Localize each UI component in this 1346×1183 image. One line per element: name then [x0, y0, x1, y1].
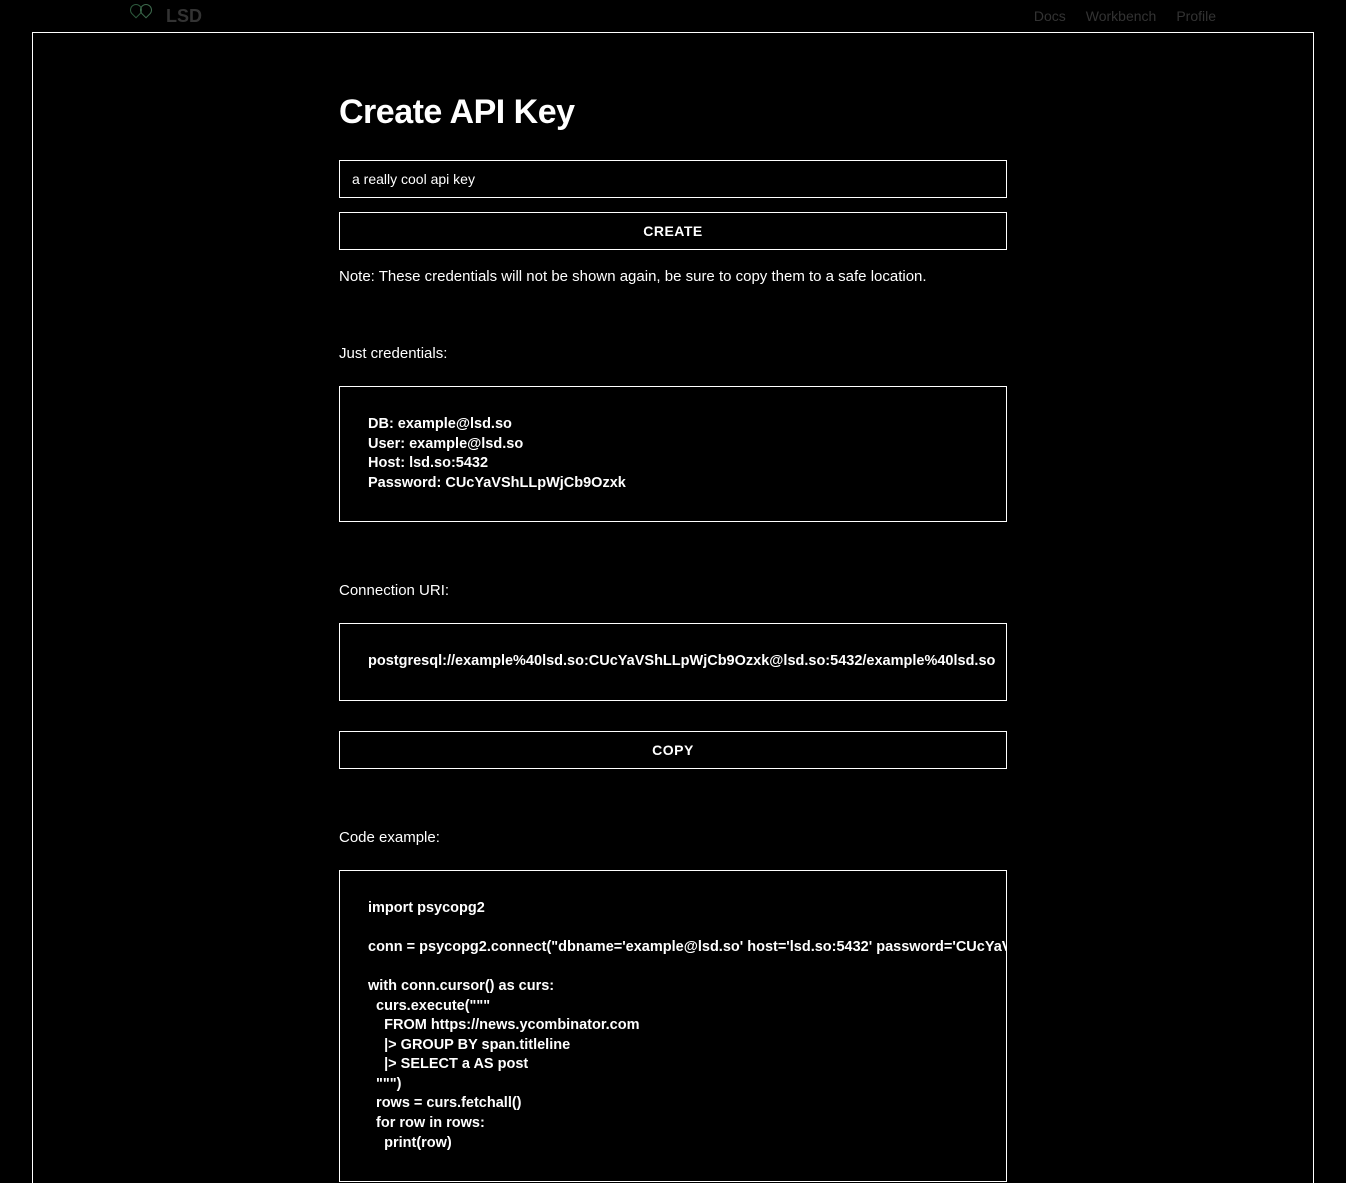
- logo[interactable]: LSD: [130, 2, 202, 30]
- credentials-box: DB: example@lsd.so User: example@lsd.so …: [339, 386, 1007, 522]
- code-example-label: Code example:: [339, 829, 1007, 846]
- connection-uri-label: Connection URI:: [339, 582, 1007, 599]
- nav-docs[interactable]: Docs: [1034, 8, 1066, 24]
- page-title: Create API Key: [339, 93, 1007, 132]
- code-example-section: Code example: import psycopg2 conn = psy…: [339, 829, 1007, 1182]
- nav-profile[interactable]: Profile: [1176, 8, 1216, 24]
- credentials-label: Just credentials:: [339, 345, 1007, 362]
- api-key-name-input[interactable]: [339, 160, 1007, 198]
- create-button[interactable]: CREATE: [339, 212, 1007, 250]
- logo-icon: [130, 2, 158, 30]
- credentials-section: Just credentials: DB: example@lsd.so Use…: [339, 345, 1007, 522]
- credentials-note: Note: These credentials will not be show…: [339, 268, 1007, 285]
- nav: Docs Workbench Profile: [1034, 8, 1216, 24]
- container: Create API Key CREATE Note: These creden…: [323, 93, 1023, 1182]
- logo-text: LSD: [166, 6, 202, 27]
- connection-uri-section: Connection URI: postgresql://example%40l…: [339, 582, 1007, 769]
- copy-button[interactable]: COPY: [339, 731, 1007, 769]
- nav-workbench[interactable]: Workbench: [1086, 8, 1157, 24]
- modal-overlay: Create API Key CREATE Note: These creden…: [32, 32, 1314, 1183]
- connection-uri-box: postgresql://example%40lsd.so:CUcYaVShLL…: [339, 623, 1007, 701]
- code-example-box: import psycopg2 conn = psycopg2.connect(…: [339, 870, 1007, 1182]
- header: LSD Docs Workbench Profile: [0, 0, 1346, 32]
